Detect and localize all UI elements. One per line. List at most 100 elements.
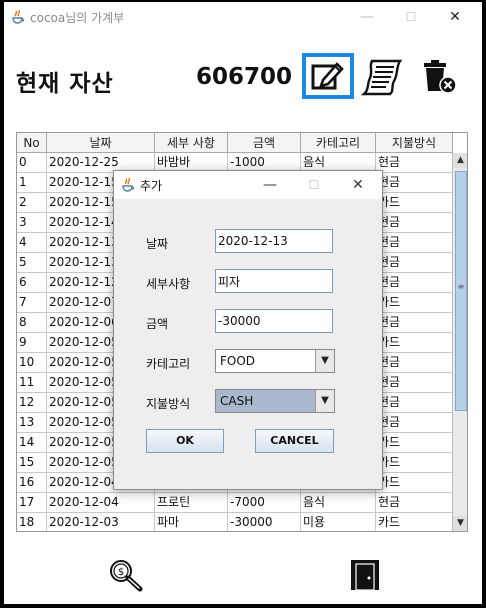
cell-payment: 현금 bbox=[376, 413, 453, 433]
java-app-icon bbox=[120, 177, 136, 193]
column-header-detail[interactable]: 세부 사항 bbox=[155, 133, 228, 153]
dialog-close-button[interactable]: ✕ bbox=[338, 171, 378, 199]
date-label: 날짜 bbox=[146, 237, 169, 251]
page-title: 현재 자산 bbox=[16, 71, 114, 97]
column-header-payment[interactable]: 지불방식 bbox=[376, 133, 453, 153]
cell-no: 3 bbox=[17, 213, 47, 233]
amount-label: 금액 bbox=[146, 317, 169, 331]
column-header-date[interactable]: 날짜 bbox=[47, 133, 155, 153]
edit-button[interactable] bbox=[302, 53, 354, 99]
dialog-minimize-button[interactable]: — bbox=[250, 171, 290, 199]
cell-payment: 현금 bbox=[376, 153, 453, 173]
cell-date: 2020-12-03 bbox=[47, 513, 155, 531]
cell-payment: 현금 bbox=[376, 313, 453, 333]
dialog-title-bar[interactable]: 추가 — ☐ ✕ bbox=[114, 171, 382, 199]
cell-payment: 카드 bbox=[376, 473, 453, 493]
amount-field[interactable] bbox=[215, 309, 333, 333]
vertical-scrollbar[interactable]: ▲ ≡ ▼ bbox=[452, 153, 467, 531]
svg-text:$: $ bbox=[118, 567, 124, 578]
cell-no: 18 bbox=[17, 513, 47, 531]
cell-payment: 카드 bbox=[376, 193, 453, 213]
payment-label: 지불방식 bbox=[146, 397, 191, 411]
cell-amount: -7000 bbox=[228, 493, 301, 513]
column-header-amount[interactable]: 금액 bbox=[228, 133, 301, 153]
cell-payment: 현금 bbox=[376, 213, 453, 233]
cell-detail: 파마 bbox=[155, 513, 228, 531]
date-field[interactable] bbox=[215, 229, 333, 253]
grip-icon: ≡ bbox=[457, 282, 465, 291]
cell-date: 2020-12-04 bbox=[47, 493, 155, 513]
payment-select[interactable]: CASH ▼ bbox=[215, 389, 335, 413]
scroll-thumb[interactable]: ≡ bbox=[455, 171, 467, 411]
cell-payment: 현금 bbox=[376, 233, 453, 253]
chevron-down-icon[interactable]: ▼ bbox=[315, 390, 334, 412]
scroll-down-icon[interactable]: ▼ bbox=[453, 516, 467, 531]
cell-payment: 현금 bbox=[376, 173, 453, 193]
column-header-no[interactable]: No bbox=[17, 133, 47, 153]
cell-payment: 카드 bbox=[376, 433, 453, 453]
detail-label: 세부사항 bbox=[146, 277, 191, 291]
cell-no: 4 bbox=[17, 233, 47, 253]
cell-no: 1 bbox=[17, 173, 47, 193]
cell-payment: 현금 bbox=[376, 253, 453, 273]
table-row[interactable]: 18 2020-12-03 파마 -30000 미용 카드 bbox=[17, 513, 453, 531]
cell-payment: 현금 bbox=[376, 493, 453, 513]
balance-value: 606700 bbox=[196, 64, 293, 90]
receipt-icon bbox=[360, 59, 403, 96]
category-selected-value: FOOD bbox=[220, 354, 256, 368]
maximize-button[interactable]: ☐ bbox=[388, 2, 434, 32]
title-bar[interactable]: cocoa님의 가계부 — ☐ ✕ bbox=[4, 2, 482, 32]
close-button[interactable]: ✕ bbox=[432, 2, 478, 32]
main-window: cocoa님의 가계부 — ☐ ✕ 현재 자산 606700 No 날짜 세부 … bbox=[4, 2, 482, 604]
receipt-button[interactable] bbox=[360, 57, 410, 97]
table-header: No 날짜 세부 사항 금액 카테고리 지불방식 bbox=[17, 133, 453, 153]
trash-delete-icon bbox=[424, 60, 457, 94]
cell-category: 음식 bbox=[301, 493, 376, 513]
dialog-title: 추가 bbox=[140, 179, 163, 193]
exit-button[interactable] bbox=[348, 558, 382, 592]
cell-payment: 카드 bbox=[376, 453, 453, 473]
cell-no: 7 bbox=[17, 293, 47, 313]
dialog-maximize-button[interactable]: ☐ bbox=[294, 171, 334, 199]
cancel-button[interactable]: CANCEL bbox=[255, 429, 334, 453]
chevron-down-icon[interactable]: ▼ bbox=[315, 350, 334, 372]
category-select[interactable]: FOOD ▼ bbox=[215, 349, 335, 373]
cell-no: 10 bbox=[17, 353, 47, 373]
ok-button[interactable]: OK bbox=[146, 429, 224, 453]
exit-door-icon bbox=[351, 560, 379, 591]
cell-category: 미용 bbox=[301, 513, 376, 531]
cell-no: 5 bbox=[17, 253, 47, 273]
table-row[interactable]: 17 2020-12-04 프로틴 -7000 음식 현금 bbox=[17, 493, 453, 513]
cell-payment: 현금 bbox=[376, 273, 453, 293]
java-app-icon bbox=[10, 9, 26, 25]
cell-payment: 카드 bbox=[376, 293, 453, 313]
cell-payment: 현금 bbox=[376, 353, 453, 373]
cell-payment: 카드 bbox=[376, 333, 453, 353]
edit-icon bbox=[311, 62, 344, 90]
scroll-up-icon[interactable]: ▲ bbox=[453, 153, 467, 168]
cell-payment: 현금 bbox=[376, 393, 453, 413]
statistics-button[interactable]: $ bbox=[106, 558, 146, 592]
cell-no: 2 bbox=[17, 193, 47, 213]
window-title: cocoa님의 가계부 bbox=[30, 11, 125, 25]
cell-no: 16 bbox=[17, 473, 47, 493]
cell-no: 9 bbox=[17, 333, 47, 353]
delete-button[interactable] bbox=[418, 57, 460, 97]
cell-amount: -30000 bbox=[228, 513, 301, 531]
add-entry-dialog: 추가 — ☐ ✕ 날짜 세부사항 금액 카테고리 FOOD ▼ 지불방식 CAS… bbox=[113, 170, 383, 490]
cell-no: 11 bbox=[17, 373, 47, 393]
cell-no: 17 bbox=[17, 493, 47, 513]
payment-selected-value: CASH bbox=[220, 394, 254, 408]
cell-no: 0 bbox=[17, 153, 47, 173]
cell-no: 13 bbox=[17, 413, 47, 433]
cell-payment: 현금 bbox=[376, 373, 453, 393]
minimize-button[interactable]: — bbox=[344, 2, 390, 32]
column-header-category[interactable]: 카테고리 bbox=[301, 133, 376, 153]
cell-no: 14 bbox=[17, 433, 47, 453]
cell-detail: 프로틴 bbox=[155, 493, 228, 513]
cell-no: 12 bbox=[17, 393, 47, 413]
detail-field[interactable] bbox=[215, 269, 333, 293]
cell-payment: 카드 bbox=[376, 513, 453, 531]
cell-no: 15 bbox=[17, 453, 47, 473]
money-search-icon: $ bbox=[110, 560, 143, 592]
